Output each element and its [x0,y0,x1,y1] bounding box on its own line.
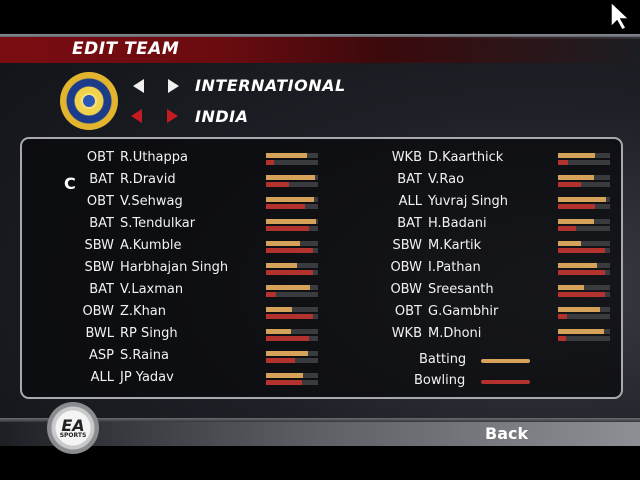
player-row[interactable]: OBT G.Gambhir [0,304,640,326]
player-name: JP Yadav [120,370,174,385]
bowling-rating-bar [558,160,610,165]
player-role: ALL [398,194,422,209]
player-name: Yuvraj Singh [428,194,509,209]
batting-rating-bar [558,197,610,202]
player-row[interactable]: WKB D.Kaarthick [0,150,640,172]
player-rating-bars [558,151,610,167]
legend-bowling-swatch [481,380,530,384]
batting-rating-bar [558,241,610,246]
player-role: OBW [390,282,422,297]
bowling-rating-bar [266,358,318,363]
back-button[interactable]: Back [485,424,528,443]
player-row[interactable]: BAT V.Rao [0,172,640,194]
player-name: G.Gambhir [428,304,499,319]
player-rating-bars [558,327,610,343]
player-role: OBT [394,304,422,319]
player-row[interactable]: ALL Yuvraj Singh [0,194,640,216]
bottom-band [0,446,640,480]
player-rating-bars [558,305,610,321]
player-name: M.Dhoni [428,326,482,341]
page-title: EDIT TEAM [72,39,180,59]
player-row[interactable]: ALL JP Yadav [0,370,640,392]
player-name: D.Kaarthick [428,150,504,165]
player-row[interactable]: BAT H.Badani [0,216,640,238]
bowling-rating-bar [558,204,610,209]
category-prev-arrow-icon[interactable] [133,79,144,93]
batting-rating-bar [558,175,610,180]
player-name: I.Pathan [428,260,481,275]
edit-team-screen: EDIT TEAM INTERNATIONAL INDIA C OBT R.Uth… [0,0,640,480]
player-role: ASP [89,348,114,363]
legend-batting-label: Batting [419,352,467,367]
player-row[interactable]: SBW M.Kartik [0,238,640,260]
player-name: M.Kartik [428,238,482,253]
batting-rating-bar [558,263,610,268]
top-band [0,0,640,37]
player-rating-bars [558,283,610,299]
player-name: H.Badani [428,216,487,231]
batting-rating-bar [558,307,610,312]
player-name: V.Rao [428,172,465,187]
player-rating-bars [558,173,610,189]
legend-bowling-label: Bowling [414,373,466,388]
bowling-rating-bar [558,226,610,231]
legend-batting-swatch [481,359,530,363]
player-name: S.Raina [120,348,169,363]
header-bar: EDIT TEAM [0,37,640,63]
player-role: BAT [397,216,422,231]
player-rating-bars [266,371,318,387]
category-selector-value[interactable]: INTERNATIONAL [195,76,346,95]
team-next-arrow-icon[interactable] [167,109,178,123]
player-row[interactable]: OBW I.Pathan [0,260,640,282]
ea-logo-subtext: SPORTS [59,432,87,439]
player-rating-bars [266,349,318,365]
player-rating-bars [558,217,610,233]
batting-rating-bar [266,351,318,356]
batting-rating-bar [558,153,610,158]
bowling-rating-bar [558,336,610,341]
player-role: WKB [391,326,422,341]
team-selector-value[interactable]: INDIA [195,107,248,126]
category-next-arrow-icon[interactable] [168,79,179,93]
player-name: Sreesanth [428,282,494,297]
cricket-board-crest-icon [60,72,118,130]
batting-rating-bar [266,373,318,378]
bowling-rating-bar [266,380,318,385]
bowling-rating-bar [558,270,610,275]
player-role: ALL [90,370,114,385]
player-role: SBW [392,238,422,253]
player-rating-bars [558,239,610,255]
ea-sports-logo: EA SPORTS [47,402,99,454]
team-prev-arrow-icon[interactable] [131,109,142,123]
player-role: OBW [390,260,422,275]
bowling-rating-bar [558,314,610,319]
batting-rating-bar [558,285,610,290]
player-row[interactable]: ASP S.Raina [0,348,640,370]
bowling-rating-bar [558,248,610,253]
batting-rating-bar [558,219,610,224]
player-row[interactable]: OBW Sreesanth [0,282,640,304]
player-rating-bars [558,261,610,277]
batting-rating-bar [558,329,610,334]
player-rating-bars [558,195,610,211]
player-role: WKB [391,150,422,165]
bowling-rating-bar [558,182,610,187]
player-role: BAT [397,172,422,187]
bowling-rating-bar [558,292,610,297]
player-row[interactable]: WKB M.Dhoni [0,326,640,348]
